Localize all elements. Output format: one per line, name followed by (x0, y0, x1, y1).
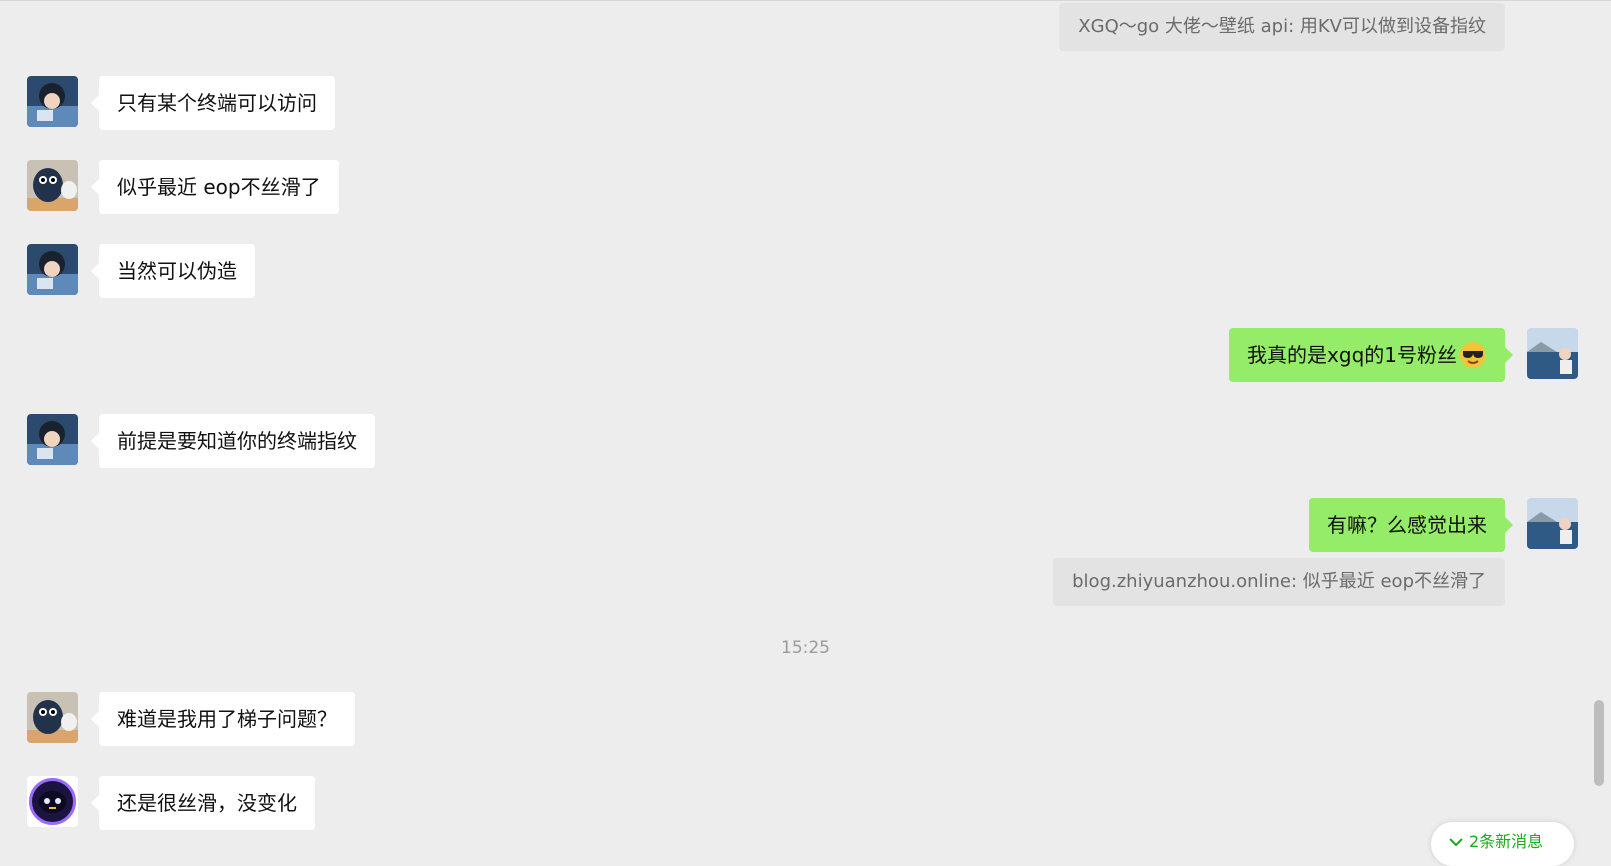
top-divider (0, 0, 1611, 1)
quote-bubble-blog[interactable]: blog.zhiyuanzhou.online: 似乎最近 eop不丝滑了 (1053, 558, 1505, 606)
robot-avatar[interactable] (27, 776, 78, 827)
seaside-avatar[interactable] (1527, 498, 1578, 549)
message-bubble-self[interactable]: 我真的是xgq的1号粉丝 (1229, 328, 1513, 382)
message-bubble-self[interactable]: 有嘛？么感觉出来 (1309, 498, 1513, 552)
message-bubble[interactable]: 似乎最近 eop不丝滑了 (91, 160, 339, 214)
anime-boy-avatar[interactable] (27, 76, 78, 127)
timestamp: 15:25 (781, 638, 830, 658)
sunglasses-emoji-icon (1460, 341, 1486, 368)
penguin-avatar[interactable] (27, 692, 78, 743)
quote-bubble-top[interactable]: XGQ～go 大佬～壁纸 api: 用KV可以做到设备指纹 (1059, 3, 1505, 51)
chevron-down-icon (1449, 822, 1463, 862)
message-bubble[interactable]: 前提是要知道你的终端指纹 (91, 414, 375, 468)
new-messages-label: 2条新消息 (1469, 832, 1544, 851)
message-bubble[interactable]: 难道是我用了梯子问题？ (91, 692, 355, 746)
scrollbar-thumb[interactable] (1594, 700, 1604, 786)
message-bubble[interactable]: 还是很丝滑，没变化 (91, 776, 315, 830)
message-bubble[interactable]: 只有某个终端可以访问 (91, 76, 335, 130)
anime-boy-avatar[interactable] (27, 414, 78, 465)
new-messages-button[interactable]: 2条新消息 (1431, 822, 1574, 866)
message-bubble[interactable]: 当然可以伪造 (91, 244, 255, 298)
message-text: 我真的是xgq的1号粉丝 (1247, 343, 1457, 367)
seaside-avatar[interactable] (1527, 328, 1578, 379)
penguin-avatar[interactable] (27, 160, 78, 211)
anime-boy-avatar[interactable] (27, 244, 78, 295)
